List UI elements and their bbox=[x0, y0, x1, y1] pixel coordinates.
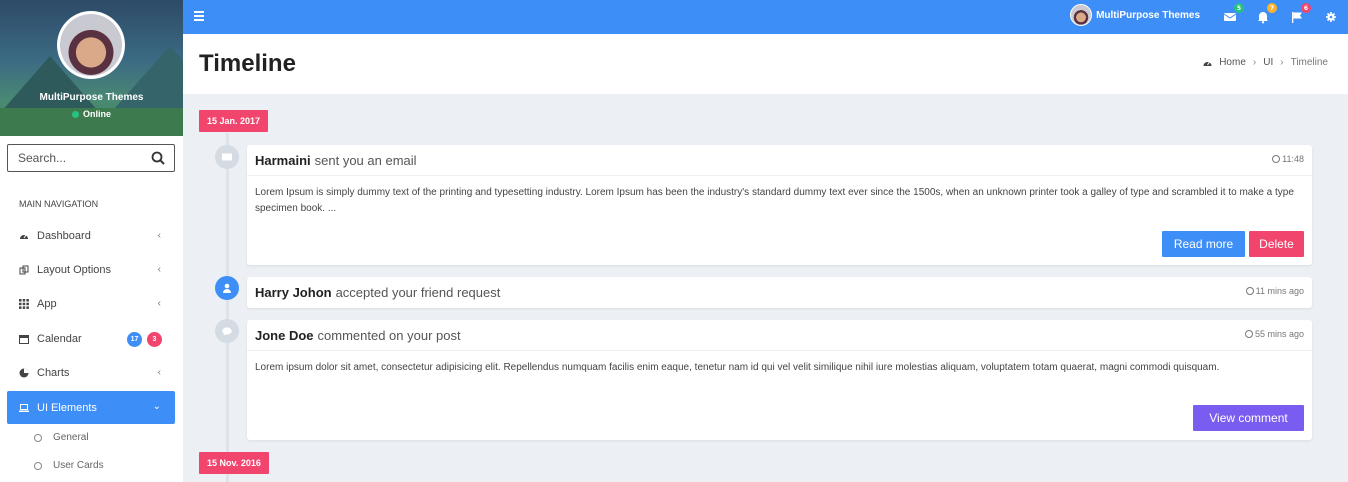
laptop-icon bbox=[19, 403, 29, 413]
sidebar: MultiPurpose Themes Online MAIN NAVIGATI… bbox=[0, 0, 183, 482]
search-icon[interactable] bbox=[151, 151, 165, 165]
timeline-item-body: Lorem ipsum dolor sit amet, consectetur … bbox=[247, 350, 1312, 376]
user-panel: MultiPurpose Themes Online bbox=[0, 0, 183, 136]
timeline-line bbox=[226, 133, 229, 482]
chevron-right-icon: › bbox=[1252, 57, 1257, 68]
timeline-item-action: commented on your post bbox=[317, 327, 461, 343]
timeline-item-time-label: 55 mins ago bbox=[1254, 329, 1304, 339]
sidebar-item-label: Dashboard bbox=[37, 230, 91, 242]
circle-icon bbox=[34, 461, 42, 470]
timeline-item-action: sent you an email bbox=[314, 152, 417, 168]
timeline-item-time: 11:48 bbox=[1272, 154, 1304, 164]
top-user-name: MultiPurpose Themes bbox=[1096, 9, 1200, 21]
dashboard-icon bbox=[1203, 61, 1212, 66]
timeline-item-time: 11 mins ago bbox=[1245, 286, 1304, 296]
avatar[interactable] bbox=[57, 11, 125, 79]
flag-icon[interactable]: 6 bbox=[1290, 3, 1311, 23]
timeline-item-author[interactable]: Harmaini bbox=[255, 153, 311, 168]
breadcrumb-home[interactable]: Home bbox=[1219, 57, 1246, 68]
comment-icon bbox=[215, 319, 239, 343]
clock-icon bbox=[1244, 330, 1253, 338]
circle-icon bbox=[34, 433, 42, 442]
timeline-item-time: 55 mins ago bbox=[1244, 329, 1304, 339]
gear-icon[interactable] bbox=[1324, 9, 1338, 23]
sidebar-item-label: Charts bbox=[37, 367, 70, 379]
timeline-item-header: Jone Doe commented on your post bbox=[247, 320, 1312, 350]
sidebar-subitem-label: General bbox=[53, 432, 89, 443]
chevron-left-icon: ‹ bbox=[157, 230, 161, 241]
sidebar-item-layout-options[interactable]: Layout Options ‹ bbox=[7, 255, 175, 285]
timeline-item-header: Harmaini sent you an email bbox=[247, 145, 1312, 175]
clock-icon bbox=[1245, 287, 1254, 295]
topbar: MultiPurpose Themes 5 7 6 bbox=[183, 0, 1348, 34]
sidebar-item-label: App bbox=[37, 298, 57, 310]
calendar-badge-red: 3 bbox=[147, 332, 162, 347]
user-status-label: Online bbox=[82, 109, 111, 119]
chevron-down-icon: ⌄ bbox=[152, 401, 161, 412]
messages-icon[interactable]: 5 bbox=[1223, 3, 1244, 23]
pie-chart-icon bbox=[19, 368, 29, 378]
user-name: MultiPurpose Themes bbox=[39, 92, 144, 103]
clock-icon bbox=[1272, 155, 1281, 163]
breadcrumb-ui[interactable]: UI bbox=[1263, 57, 1273, 68]
user-icon bbox=[215, 276, 239, 300]
delete-button[interactable]: Delete bbox=[1249, 231, 1304, 257]
chevron-left-icon: ‹ bbox=[157, 264, 161, 275]
time-label: 15 Jan. 2017 bbox=[199, 110, 269, 132]
breadcrumb: Home › UI › Timeline bbox=[1202, 57, 1328, 68]
notifications-badge: 7 bbox=[1267, 3, 1277, 13]
view-comment-button[interactable]: View comment bbox=[1193, 405, 1304, 431]
timeline-item-time-label: 11:48 bbox=[1282, 154, 1304, 164]
envelope-icon bbox=[215, 145, 239, 169]
sidebar-subitem-label: User Cards bbox=[53, 460, 104, 471]
sidebar-item-dashboard[interactable]: Dashboard ‹ bbox=[7, 221, 175, 251]
flags-badge: 6 bbox=[1301, 3, 1311, 13]
timeline-item: Harmaini sent you an email 11:48 Lorem I… bbox=[247, 145, 1312, 265]
page-title: Timeline bbox=[199, 50, 296, 77]
messages-badge: 5 bbox=[1234, 3, 1244, 13]
nav-header: MAIN NAVIGATION bbox=[19, 199, 99, 209]
timeline-item-author[interactable]: Jone Doe bbox=[255, 328, 314, 343]
copy-icon bbox=[19, 265, 29, 275]
chevron-right-icon: › bbox=[1280, 57, 1284, 68]
content-header: Timeline Home › UI › Timeline bbox=[183, 34, 1348, 94]
sidebar-subitem-user-cards[interactable]: User Cards bbox=[34, 460, 104, 471]
bell-icon[interactable]: 7 bbox=[1256, 3, 1277, 24]
sidebar-item-label: Calendar bbox=[37, 333, 82, 345]
dashboard-icon bbox=[19, 231, 29, 241]
calendar-icon bbox=[19, 334, 29, 344]
timeline-item: Jone Doe commented on your post 55 mins … bbox=[247, 320, 1312, 440]
sidebar-item-ui-elements[interactable]: UI Elements ⌄ bbox=[7, 391, 175, 424]
sidebar-item-label: Layout Options bbox=[37, 264, 111, 276]
sidebar-item-app[interactable]: App ‹ bbox=[7, 289, 175, 319]
user-status: Online bbox=[0, 109, 183, 119]
sidebar-item-calendar[interactable]: Calendar 17 3 bbox=[7, 324, 175, 354]
read-more-button[interactable]: Read more bbox=[1162, 231, 1245, 257]
time-label: 15 Nov. 2016 bbox=[199, 452, 269, 474]
online-dot-icon bbox=[71, 111, 79, 118]
top-user-menu[interactable]: MultiPurpose Themes bbox=[1070, 4, 1200, 26]
chevron-left-icon: ‹ bbox=[157, 298, 161, 309]
sidebar-item-charts[interactable]: Charts ‹ bbox=[7, 358, 175, 388]
grid-icon bbox=[19, 299, 29, 309]
sidebar-subitem-general[interactable]: General bbox=[34, 432, 89, 443]
timeline-item-header: Harry Johon accepted your friend request bbox=[247, 277, 1312, 307]
breadcrumb-current: Timeline bbox=[1290, 57, 1328, 68]
calendar-badge-blue: 17 bbox=[127, 332, 142, 347]
timeline-item-time-label: 11 mins ago bbox=[1255, 286, 1304, 296]
search-input[interactable] bbox=[8, 145, 138, 171]
timeline-item-action: accepted your friend request bbox=[335, 284, 501, 300]
timeline-item-author[interactable]: Harry Johon bbox=[255, 285, 332, 300]
timeline-item: Harry Johon accepted your friend request… bbox=[247, 277, 1312, 308]
avatar bbox=[1070, 4, 1093, 26]
timeline-item-body: Lorem Ipsum is simply dummy text of the … bbox=[247, 175, 1312, 217]
sidebar-search bbox=[7, 144, 175, 172]
menu-toggle-icon[interactable] bbox=[194, 11, 204, 21]
sidebar-item-label: UI Elements bbox=[37, 401, 97, 414]
chevron-left-icon: ‹ bbox=[157, 367, 161, 378]
